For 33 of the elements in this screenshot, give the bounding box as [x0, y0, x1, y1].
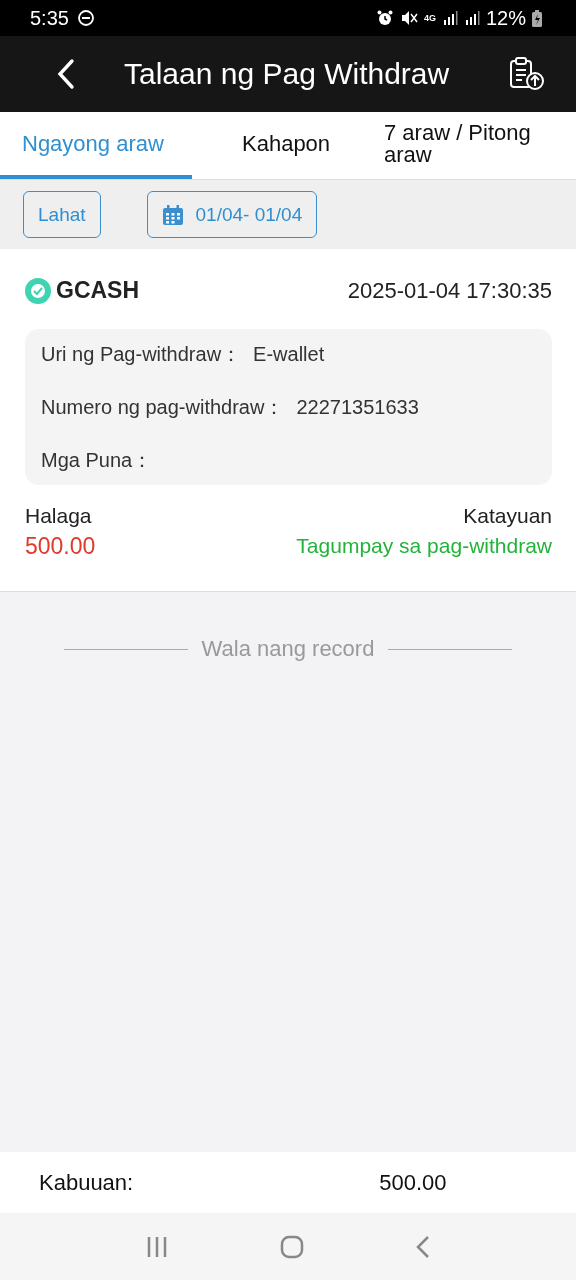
total-label: Kabuuan:: [39, 1169, 134, 1196]
back-icon[interactable]: [56, 58, 76, 90]
tab[interactable]: Kahapon: [192, 112, 384, 179]
date-range-button[interactable]: 01/04- 01/04: [146, 191, 318, 238]
network-label: 4G: [423, 13, 436, 23]
status-value: Tagumpay sa pag-withdraw: [296, 533, 552, 559]
end-of-list-note: Wala nang record: [201, 636, 375, 662]
amount-value: 500.00: [25, 532, 96, 561]
mute-icon: [399, 9, 418, 27]
all-filter-button[interactable]: Lahat: [23, 191, 101, 238]
amount-label: Halaga: [25, 503, 92, 529]
record-time: 2025-01-04 17:30:35: [347, 277, 552, 304]
total-value: 500.00: [379, 1169, 447, 1196]
status-time: 5:35: [30, 6, 69, 30]
wallet-logo-icon: [25, 277, 51, 304]
detail-value: 22271351633: [296, 395, 419, 419]
alarm-icon: [375, 9, 394, 27]
page-title: Talaan ng Pag Withdraw: [124, 57, 451, 91]
battery-icon: [532, 9, 542, 27]
clipboard-upload-icon[interactable]: [508, 56, 546, 92]
detail-value: E-wallet: [253, 342, 325, 366]
signal-icon: [463, 10, 480, 26]
battery-percent: 12%: [485, 6, 526, 30]
do-not-disturb-icon: [76, 9, 95, 27]
calendar-icon: [161, 203, 184, 226]
detail-label: Numero ng pag-withdraw：: [41, 395, 285, 419]
tab[interactable]: 7 araw / Pitong araw: [384, 112, 576, 179]
status-label: Katayuan: [463, 503, 552, 529]
detail-label: Mga Puna：: [41, 448, 153, 472]
home-icon[interactable]: [280, 1234, 304, 1259]
signal-icon: [441, 10, 458, 26]
detail-label: Uri ng Pag-withdraw：: [41, 342, 242, 366]
payment-method: GCASH: [56, 277, 140, 304]
